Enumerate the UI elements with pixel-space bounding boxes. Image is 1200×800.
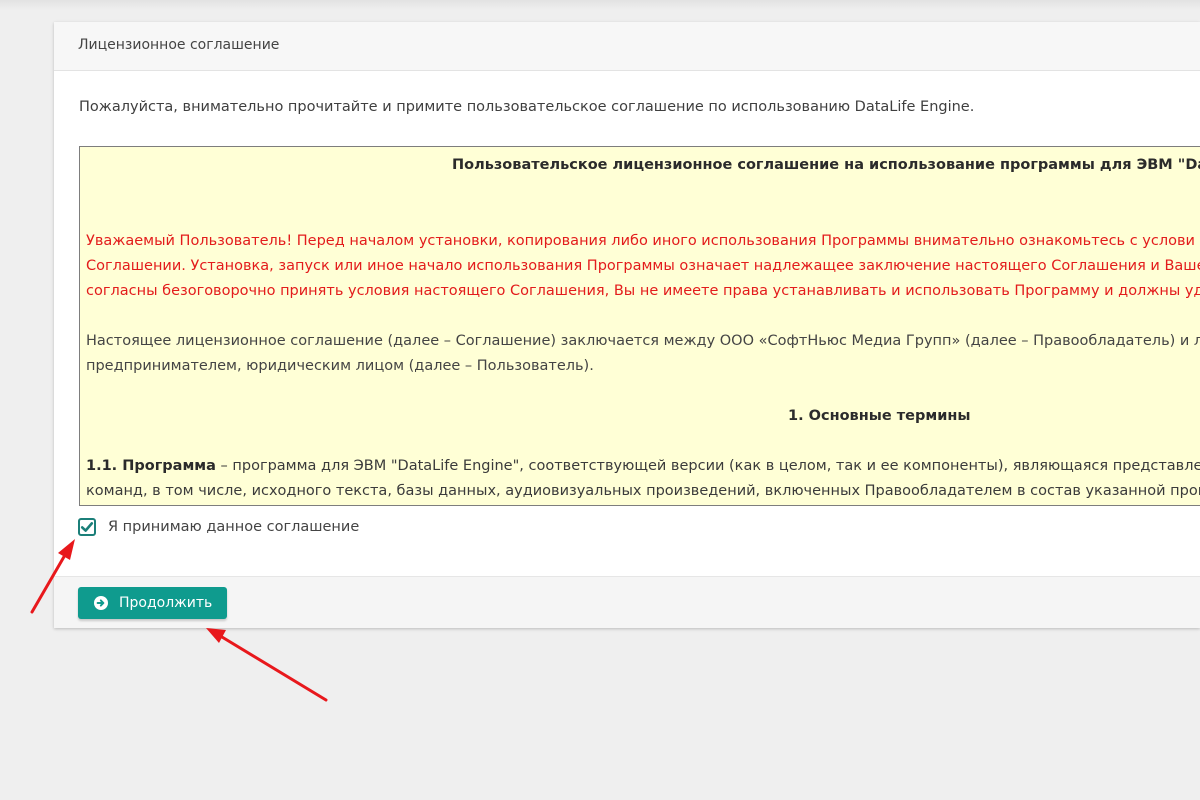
checkmark-icon	[80, 522, 94, 532]
continue-button-label: Продолжить	[119, 595, 213, 611]
term-label: 1.1. Программа	[86, 458, 216, 474]
license-term-line: команд, в том числе, исходного текста, б…	[86, 483, 1200, 499]
intro-text: Пожалуйста, внимательно прочитайте и при…	[79, 99, 975, 115]
term-text: – программа для ЭВМ "DataLife Engine", с…	[215, 458, 1200, 474]
license-intro-line: Настоящее лицензионное соглашение (далее…	[86, 333, 1200, 349]
license-title: Пользовательское лицензионное соглашение…	[452, 157, 1200, 173]
accept-checkbox[interactable]	[78, 518, 96, 536]
panel-title: Лицензионное соглашение	[78, 37, 280, 53]
panel-header: Лицензионное соглашение	[54, 22, 1200, 71]
license-section-title: 1. Основные термины	[788, 408, 971, 424]
red-arrow-icon	[206, 628, 328, 702]
license-term-line: 1.1. Программа – программа для ЭВМ "Data…	[86, 458, 1200, 474]
top-strip	[0, 0, 1200, 10]
license-warning-line: Соглашении. Установка, запуск или иное н…	[86, 258, 1200, 274]
license-intro-line: предпринимателем, юридическим лицом (дал…	[86, 358, 594, 374]
accept-label[interactable]: Я принимаю данное соглашение	[108, 519, 359, 535]
license-warning-line: согласны безоговорочно принять условия н…	[86, 283, 1200, 299]
continue-button[interactable]: Продолжить	[78, 587, 227, 619]
arrow-circle-right-icon	[94, 596, 108, 610]
license-warning-line: Уважаемый Пользователь! Перед началом ус…	[86, 233, 1195, 249]
panel-footer: Продолжить	[54, 576, 1200, 628]
license-text-box[interactable]: Пользовательское лицензионное соглашение…	[79, 146, 1200, 506]
license-panel: Лицензионное соглашение Пожалуйста, вним…	[54, 22, 1200, 628]
